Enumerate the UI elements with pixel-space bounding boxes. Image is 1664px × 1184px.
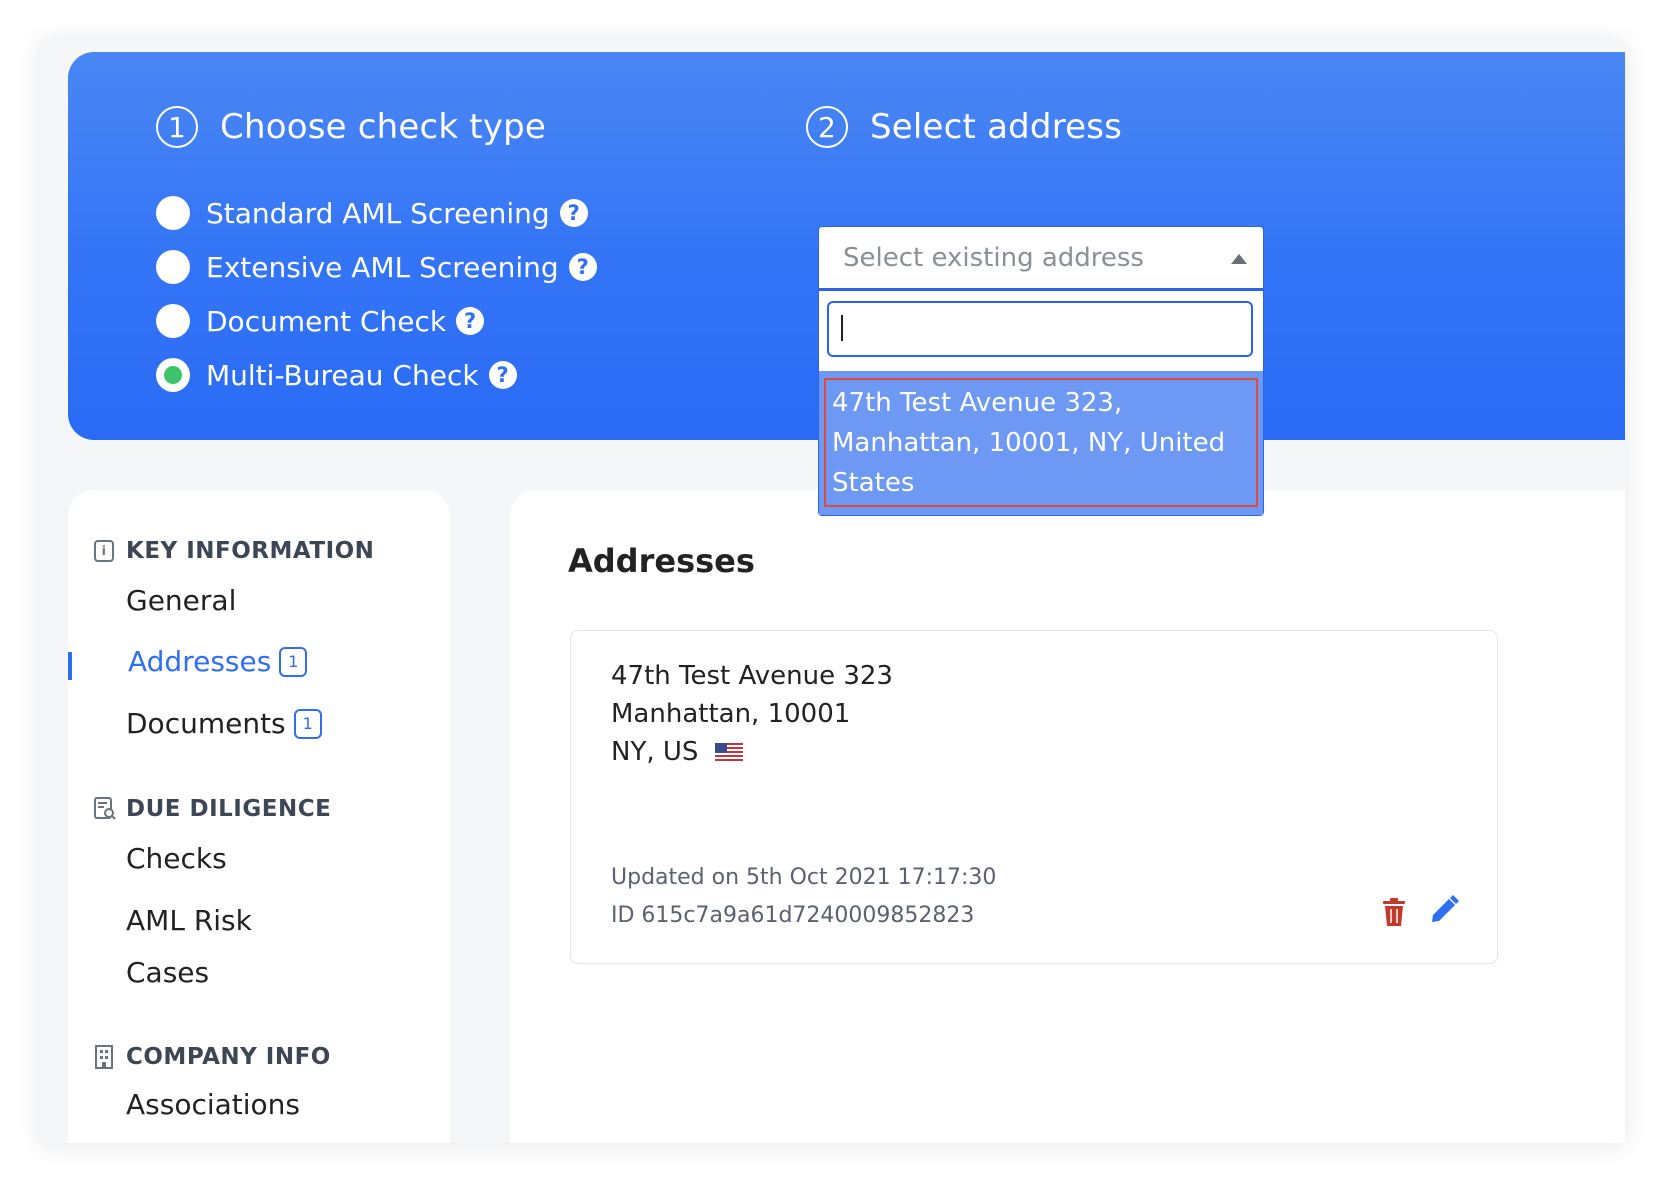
section-heading: DUE DILIGENCE xyxy=(126,796,332,822)
sidebar: i KEY INFORMATION General Addresses 1 Do… xyxy=(68,490,450,1143)
radio-standard-aml[interactable] xyxy=(156,196,190,230)
sidebar-item-label: Associations xyxy=(126,1088,301,1121)
count-badge: 1 xyxy=(293,708,322,739)
help-icon[interactable]: ? xyxy=(568,253,597,281)
step-select-address: 2 Select address xyxy=(806,106,1122,148)
sidebar-item-documents[interactable]: Documents 1 xyxy=(126,707,322,740)
sidebar-item-label: Checks xyxy=(126,842,227,875)
step-number-1: 1 xyxy=(156,106,198,148)
sidebar-item-label: Addresses xyxy=(128,645,272,678)
check-type-extensive-aml[interactable]: Extensive AML Screening ? xyxy=(156,240,597,294)
active-indicator xyxy=(68,652,72,680)
text-cursor xyxy=(841,315,843,341)
address-option-label: 47th Test Avenue 323, Manhattan, 10001, … xyxy=(832,388,1226,498)
sidebar-item-addresses[interactable]: Addresses 1 xyxy=(128,645,308,678)
address-option[interactable]: 47th Test Avenue 323, Manhattan, 10001, … xyxy=(819,371,1263,515)
radio-extensive-aml[interactable] xyxy=(156,250,190,284)
section-heading: COMPANY INFO xyxy=(126,1044,331,1070)
sidebar-item-general[interactable]: General xyxy=(126,584,236,617)
step-title-1: Choose check type xyxy=(220,107,547,147)
address-id: ID 615c7a9a61d7240009852823 xyxy=(611,903,975,928)
check-type-document[interactable]: Document Check ? xyxy=(156,294,597,348)
info-icon: i xyxy=(94,540,114,562)
address-select[interactable]: Select existing address xyxy=(818,226,1264,290)
section-due-diligence: DUE DILIGENCE xyxy=(94,796,331,822)
caret-up-icon[interactable] xyxy=(1231,254,1247,264)
sidebar-item-label: AML Risk xyxy=(126,904,252,937)
trash-icon[interactable] xyxy=(1381,897,1407,927)
help-icon[interactable]: ? xyxy=(456,307,485,335)
address-search-input[interactable] xyxy=(827,301,1253,357)
help-icon[interactable]: ? xyxy=(559,199,588,227)
addresses-panel: Addresses 47th Test Avenue 323 Manhattan… xyxy=(510,490,1625,1143)
address-city-postcode: Manhattan, 10001 xyxy=(611,699,851,729)
sidebar-item-aml-risk[interactable]: AML Risk xyxy=(126,904,252,937)
check-type-multi-bureau[interactable]: Multi-Bureau Check ? xyxy=(156,348,597,402)
section-key-information: i KEY INFORMATION xyxy=(94,538,374,564)
help-icon[interactable]: ? xyxy=(488,361,517,389)
address-street: 47th Test Avenue 323 xyxy=(611,661,893,691)
document-search-icon xyxy=(94,797,116,820)
page-title: Addresses xyxy=(568,542,755,580)
sidebar-item-checks[interactable]: Checks xyxy=(126,842,227,875)
address-dropdown: 47th Test Avenue 323, Manhattan, 10001, … xyxy=(818,290,1264,516)
section-company-info: COMPANY INFO xyxy=(94,1044,331,1070)
address-region-country-text: NY, US xyxy=(611,737,699,767)
address-select-placeholder: Select existing address xyxy=(843,242,1144,273)
step-choose-check-type: 1 Choose check type xyxy=(156,106,546,148)
step-number-2: 2 xyxy=(806,106,848,148)
sidebar-item-label: Documents xyxy=(126,707,286,740)
step-title-2: Select address xyxy=(870,107,1123,147)
address-region-country: NY, US xyxy=(611,737,743,767)
sidebar-item-associations[interactable]: Associations xyxy=(126,1088,300,1121)
sidebar-item-label: General xyxy=(126,584,237,617)
check-type-label: Document Check xyxy=(206,304,447,338)
count-badge: 1 xyxy=(279,646,308,677)
sidebar-item-label: Cases xyxy=(126,956,210,989)
address-card: 47th Test Avenue 323 Manhattan, 10001 NY… xyxy=(570,630,1498,964)
check-type-options: Standard AML Screening ? Extensive AML S… xyxy=(156,186,597,402)
check-type-standard-aml[interactable]: Standard AML Screening ? xyxy=(156,186,597,240)
pencil-edit-icon[interactable] xyxy=(1429,895,1459,925)
address-updated-timestamp: Updated on 5th Oct 2021 17:17:30 xyxy=(611,865,997,890)
radio-multi-bureau[interactable] xyxy=(156,358,190,392)
us-flag-icon xyxy=(714,742,743,763)
check-type-label: Extensive AML Screening xyxy=(206,250,559,284)
sidebar-item-cases[interactable]: Cases xyxy=(126,956,209,989)
building-icon xyxy=(95,1045,113,1069)
section-heading: KEY INFORMATION xyxy=(126,538,375,564)
app-frame: 1 Choose check type 2 Select address Sta… xyxy=(40,40,1625,1143)
radio-document-check[interactable] xyxy=(156,304,190,338)
check-type-label: Standard AML Screening xyxy=(206,196,550,230)
check-type-label: Multi-Bureau Check xyxy=(206,358,479,392)
